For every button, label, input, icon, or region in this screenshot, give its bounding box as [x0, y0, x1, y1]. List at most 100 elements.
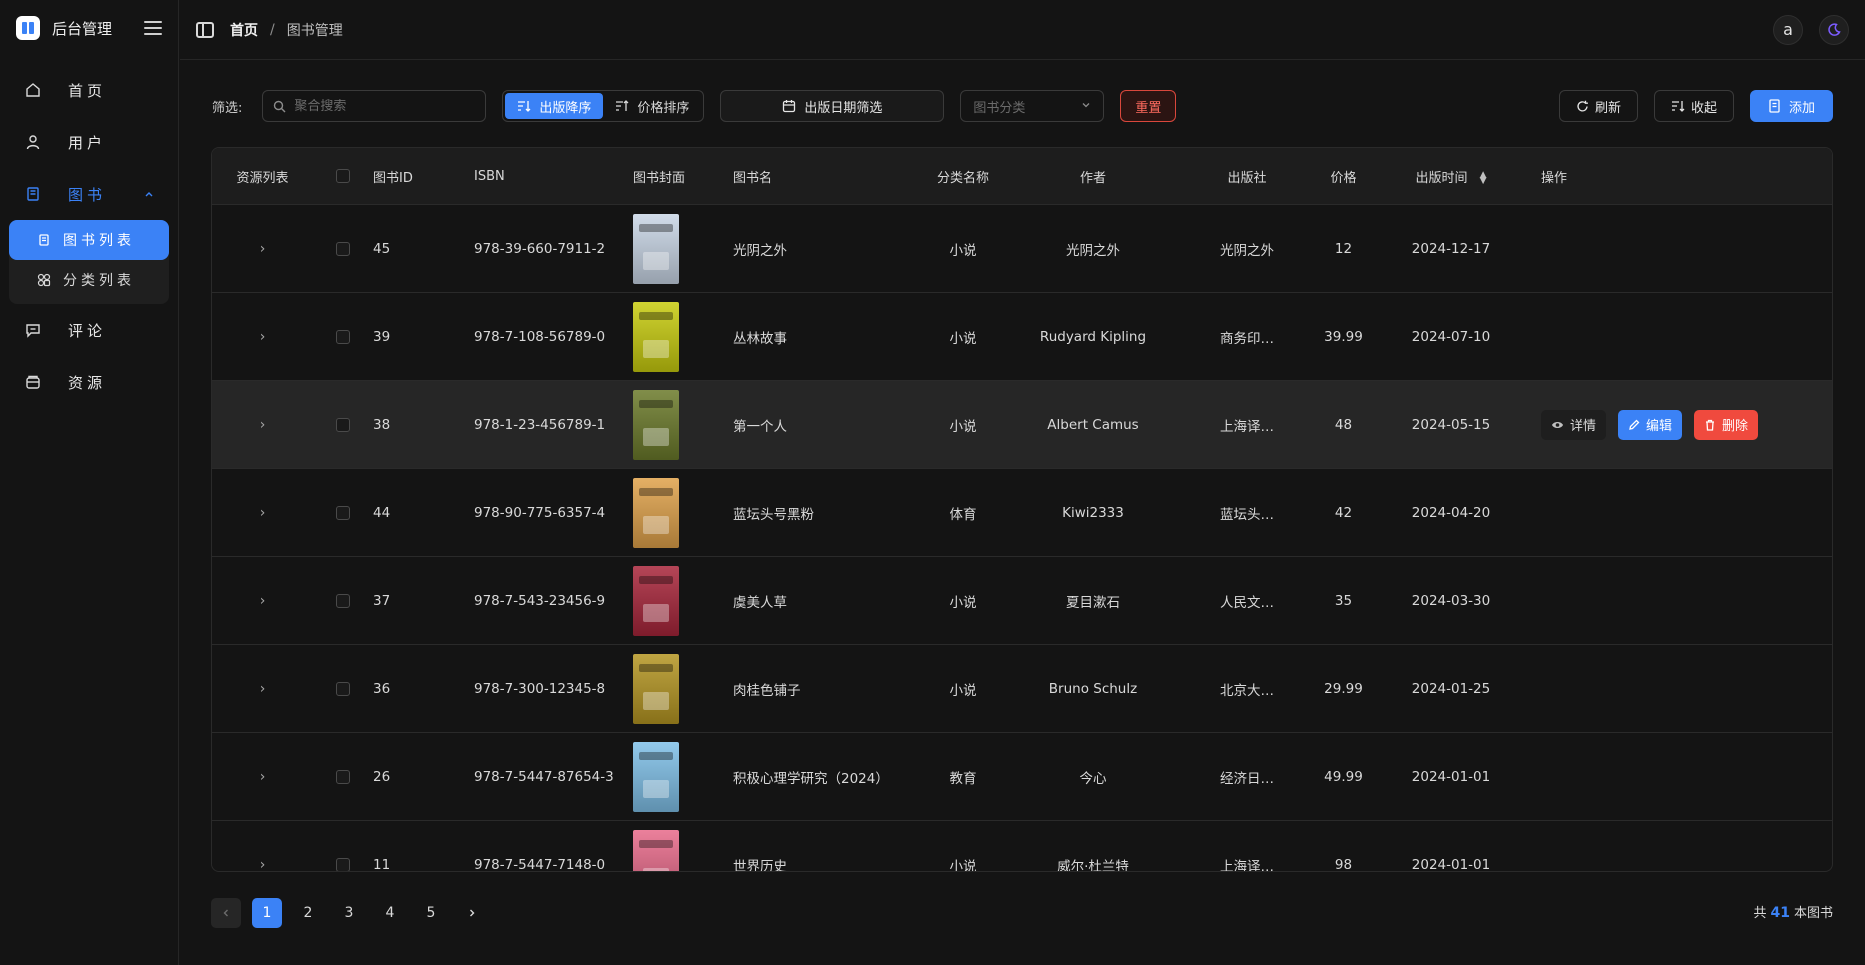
- books-submenu: 图书列表 分类列表: [9, 220, 169, 304]
- table-row[interactable]: › 37 978-7-543-23456-9 虞美人草 小说 夏目漱石 人民文… 35 2024…: [212, 557, 1832, 645]
- row-select: [313, 593, 373, 608]
- cell-name: 第一个人: [733, 418, 787, 435]
- col-date-label: 出版时间: [1415, 170, 1468, 186]
- cell-publisher: 上海译…: [1220, 418, 1274, 435]
- sort-price-label: 价格排序: [637, 100, 690, 116]
- expand-row-icon[interactable]: ›: [212, 329, 313, 345]
- date-filter-button[interactable]: 出版日期筛选: [720, 90, 945, 122]
- sidebar-item-book-list[interactable]: 图书列表: [9, 220, 169, 260]
- avatar[interactable]: a: [1773, 14, 1803, 45]
- sort-price-button[interactable]: 价格排序: [603, 93, 701, 119]
- sort-asc-icon: [616, 100, 629, 111]
- page-button[interactable]: 4: [375, 898, 405, 928]
- menu-toggle-icon[interactable]: [144, 21, 162, 35]
- expand-row-icon[interactable]: ›: [212, 769, 313, 785]
- cell-author: Rudyard Kipling: [1039, 328, 1147, 345]
- sidebar-item-users[interactable]: 用户: [0, 116, 178, 168]
- detail-button[interactable]: 详情: [1541, 409, 1607, 440]
- row-select: [313, 681, 373, 696]
- delete-label: 删除: [1722, 419, 1749, 434]
- add-book-button[interactable]: 添加: [1749, 90, 1833, 122]
- sidebar-item-books[interactable]: 图书: [0, 168, 178, 220]
- expand-row-icon[interactable]: ›: [212, 417, 313, 433]
- book-cover-image[interactable]: [633, 477, 679, 548]
- cell-date: 2024-01-01: [1411, 768, 1491, 785]
- sort-pub-desc-button[interactable]: 出版降序: [505, 93, 604, 119]
- book-cover-image[interactable]: [633, 829, 679, 871]
- row-checkbox[interactable]: [336, 857, 350, 871]
- row-checkbox[interactable]: [336, 417, 350, 432]
- top-header: 首页 / 图书管理 a: [180, 0, 1865, 60]
- col-ops: 操作: [1541, 170, 1568, 186]
- row-checkbox[interactable]: [336, 681, 350, 696]
- page-button[interactable]: 1: [252, 898, 282, 928]
- category-icon: [37, 273, 51, 287]
- pagination: 1 2 3 4 5: [211, 898, 487, 928]
- table-row[interactable]: › 44 978-90-775-6357-4 蓝坛头号黑粉 体育 Kiwi2333 蓝坛头……: [212, 469, 1832, 557]
- edit-button[interactable]: 编辑: [1618, 409, 1683, 440]
- search-box[interactable]: [262, 90, 487, 122]
- table-row[interactable]: › 36 978-7-300-12345-8 肉桂色铺子 小说 Bruno Schulz 北…: [212, 645, 1832, 733]
- cell-author: Kiwi2333: [1062, 504, 1124, 521]
- search-input[interactable]: [294, 98, 475, 114]
- book-cover-image[interactable]: [633, 653, 679, 724]
- cell-cover: [633, 829, 733, 871]
- row-checkbox[interactable]: [336, 505, 350, 520]
- home-icon: [24, 81, 42, 99]
- cell-cover: [633, 301, 733, 372]
- row-checkbox[interactable]: [336, 241, 350, 256]
- book-cover-image[interactable]: [633, 565, 679, 636]
- book-cover-image[interactable]: [633, 389, 679, 460]
- prev-page-button[interactable]: [211, 898, 241, 928]
- expand-row-icon[interactable]: ›: [212, 241, 313, 257]
- book-cover-image[interactable]: [633, 741, 679, 812]
- cell-category: 小说: [949, 594, 977, 611]
- breadcrumb-home[interactable]: 首页: [230, 20, 258, 40]
- page-button[interactable]: 5: [416, 898, 446, 928]
- expand-row-icon[interactable]: ›: [212, 857, 313, 872]
- cell-cover: [633, 213, 733, 284]
- delete-button[interactable]: 删除: [1694, 409, 1759, 440]
- sidebar-item-resources[interactable]: 资源: [0, 356, 178, 408]
- sidebar-item-label: 图书列表: [63, 233, 135, 249]
- cell-ops: 详情 编辑 删除: [1526, 409, 1832, 440]
- page-button[interactable]: 3: [334, 898, 364, 928]
- page-button[interactable]: 2: [293, 898, 323, 928]
- cell-price: 48: [1334, 416, 1353, 433]
- expand-row-icon[interactable]: ›: [212, 505, 313, 521]
- cell-id: 38: [373, 416, 391, 433]
- theme-toggle-button[interactable]: [1819, 14, 1849, 45]
- table-row[interactable]: › 38 978-1-23-456789-1 第一个人 小说 Albert Camus 上海…: [212, 381, 1832, 469]
- sidebar-item-category-list[interactable]: 分类列表: [9, 260, 169, 300]
- toolbar-actions: 刷新 收起 添加: [1558, 90, 1833, 122]
- table-row[interactable]: › 26 978-7-5447-87654-3 积极心理学研究（2024） 教育 今心 经济…: [212, 733, 1832, 821]
- sidebar-toggle-icon[interactable]: [196, 21, 214, 38]
- expand-row-icon[interactable]: ›: [212, 681, 313, 697]
- table-header: 资源列表 图书ID ISBN 图书封面 图书名 分类名称 作者 出版社 价格 出…: [212, 148, 1832, 205]
- select-all-checkbox[interactable]: [336, 169, 350, 183]
- reset-button[interactable]: 重置: [1120, 90, 1177, 122]
- cell-category: 小说: [949, 242, 977, 259]
- refresh-button[interactable]: 刷新: [1558, 90, 1638, 122]
- table-row[interactable]: › 39 978-7-108-56789-0 丛林故事 小说 Rudyard Kiplin…: [212, 293, 1832, 381]
- sidebar-item-home[interactable]: 首页: [0, 64, 178, 116]
- row-checkbox[interactable]: [336, 593, 350, 608]
- table-row[interactable]: › 11 978-7-5447-7148-0 世界历史 小说 威尔·杜兰特 上海译… 98 20…: [212, 821, 1832, 872]
- expand-row-icon[interactable]: ›: [212, 593, 313, 609]
- next-page-button[interactable]: [457, 898, 487, 928]
- col-date[interactable]: 出版时间 ▲ ▼: [1376, 167, 1526, 186]
- book-cover-image[interactable]: [633, 213, 679, 284]
- row-checkbox[interactable]: [336, 329, 350, 344]
- table-row[interactable]: › 45 978-39-660-7911-2 光阴之外 小说 光阴之外 光阴之外 12 2024…: [212, 205, 1832, 293]
- trash-icon: [1706, 419, 1715, 431]
- chevron-left-icon: [223, 909, 228, 917]
- row-checkbox[interactable]: [336, 769, 350, 784]
- sidebar-item-comments[interactable]: 评论: [0, 304, 178, 356]
- category-select[interactable]: 图书分类: [960, 90, 1105, 122]
- eye-icon: [1552, 421, 1563, 428]
- sidebar-item-label: 图书: [68, 185, 107, 204]
- cell-price: 29.99: [1324, 680, 1363, 697]
- collapse-button[interactable]: 收起: [1653, 90, 1734, 122]
- book-cover-image[interactable]: [633, 301, 679, 372]
- cell-isbn: 978-90-775-6357-4: [474, 504, 606, 521]
